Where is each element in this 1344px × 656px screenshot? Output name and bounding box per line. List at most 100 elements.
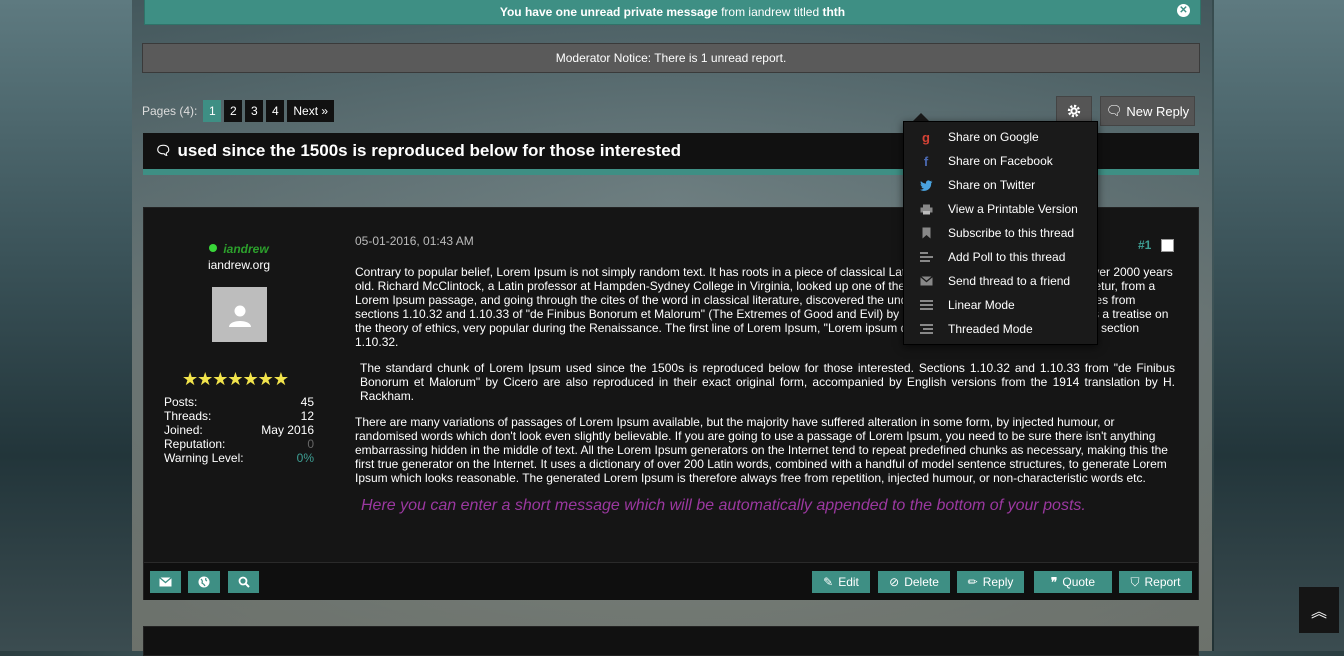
- next-post: [143, 626, 1199, 656]
- username-link[interactable]: iandrew: [223, 242, 268, 256]
- globe-icon: [198, 576, 210, 588]
- menu-item-label: Share on Facebook: [948, 154, 1053, 168]
- stat-row-threads: Threads: 12: [164, 409, 314, 423]
- threaded-mode-icon: [904, 324, 948, 334]
- post-paragraph: There are many variations of passages of…: [355, 415, 1168, 485]
- pencil-icon: ✏: [967, 575, 978, 589]
- menu-item-label: Share on Twitter: [948, 178, 1036, 192]
- background-left: [0, 0, 132, 651]
- menu-item-label: Add Poll to this thread: [948, 250, 1066, 264]
- linear-mode-item[interactable]: Linear Mode: [904, 293, 1097, 317]
- search-icon: [238, 576, 250, 588]
- reply-label: Reply: [982, 575, 1014, 589]
- delete-button[interactable]: ⊘ Delete: [878, 571, 950, 593]
- edit-label: Edit: [838, 575, 859, 589]
- printable-version-item[interactable]: View a Printable Version: [904, 197, 1097, 221]
- report-button[interactable]: ⛉ Report: [1119, 571, 1192, 593]
- envelope-icon: [904, 276, 948, 286]
- post-quote: The standard chunk of Lorem Ipsum used s…: [360, 361, 1175, 403]
- reputation-link[interactable]: 0: [307, 437, 314, 451]
- stat-value: May 2016: [261, 423, 314, 437]
- online-status-icon: [209, 244, 218, 252]
- page-4-button[interactable]: 4: [266, 100, 285, 122]
- double-chevron-up-icon: ︽: [1310, 604, 1327, 621]
- page-2-button[interactable]: 2: [224, 100, 243, 122]
- quote-icon: ❞: [1050, 575, 1058, 589]
- delete-label: Delete: [904, 575, 939, 589]
- share-google-item[interactable]: g Share on Google: [904, 125, 1097, 149]
- next-page-button[interactable]: Next »: [287, 100, 335, 122]
- user-stats: Posts: 45 Threads: 12 Joined: May 2016 Repu…: [164, 395, 314, 465]
- pm-from-label: from: [721, 5, 746, 19]
- pm-notification[interactable]: You have one unread private message from…: [144, 0, 1201, 25]
- ban-icon: ⊘: [889, 575, 900, 589]
- post-signature: Here you can enter a short message which…: [361, 497, 1086, 514]
- pm-from-user[interactable]: iandrew: [748, 5, 790, 19]
- share-facebook-item[interactable]: f Share on Facebook: [904, 149, 1097, 173]
- dropdown-arrow: [913, 113, 929, 121]
- pm-notice-text: You have one unread private message: [499, 5, 718, 19]
- linear-mode-icon: [904, 300, 948, 310]
- report-label: Report: [1144, 575, 1181, 589]
- subscribe-item[interactable]: Subscribe to this thread: [904, 221, 1097, 245]
- quote-button[interactable]: ❞ Quote: [1034, 571, 1112, 593]
- add-poll-item[interactable]: Add Poll to this thread: [904, 245, 1097, 269]
- post-author-panel: iandrew iandrew.org ★★★★★★★ Posts: 45 Thr…: [144, 208, 334, 563]
- menu-item-label: View a Printable Version: [948, 202, 1078, 216]
- stat-row-joined: Joined: May 2016: [164, 423, 314, 437]
- send-to-friend-item[interactable]: Send thread to a friend: [904, 269, 1097, 293]
- stat-row-posts: Posts: 45: [164, 395, 314, 409]
- moderator-notice[interactable]: Moderator Notice: There is 1 unread repo…: [142, 43, 1200, 73]
- stat-label: Warning Level:: [164, 451, 244, 465]
- menu-item-label: Send thread to a friend: [948, 274, 1071, 288]
- thread-tools-menu: g Share on Google f Share on Facebook Sh…: [903, 121, 1098, 345]
- stat-label: Joined:: [164, 423, 203, 437]
- twitter-icon: [904, 179, 948, 191]
- envelope-icon: [159, 577, 172, 587]
- post-select-checkbox[interactable]: [1161, 239, 1174, 252]
- menu-item-label: Linear Mode: [948, 298, 1015, 312]
- warning-level-link[interactable]: 0%: [297, 451, 314, 465]
- stat-value: 45: [300, 395, 314, 409]
- background-right: [1214, 0, 1344, 651]
- send-pm-button[interactable]: [150, 571, 181, 593]
- speech-bubbles-icon: 🗨: [155, 143, 172, 158]
- pm-title-link[interactable]: thth: [822, 5, 845, 19]
- quote-label: Quote: [1062, 575, 1096, 589]
- post-date: 05-01-2016, 01:43 AM: [355, 234, 474, 248]
- threaded-mode-item[interactable]: Threaded Mode: [904, 317, 1097, 341]
- edit-icon: ✎: [823, 575, 834, 589]
- find-posts-button[interactable]: [228, 571, 259, 593]
- speech-bubbles-icon: 🗨: [1105, 103, 1123, 118]
- website-button[interactable]: [188, 571, 220, 593]
- stat-label: Posts:: [164, 395, 198, 409]
- bookmark-icon: [904, 227, 948, 239]
- gear-icon: [1067, 104, 1081, 118]
- stat-row-reputation: Reputation: 0: [164, 437, 314, 451]
- pages-label: Pages (4):: [142, 104, 198, 118]
- user-stars: ★★★★★★★: [182, 369, 289, 389]
- facebook-icon: f: [923, 153, 929, 169]
- scroll-to-top-button[interactable]: ︽: [1299, 587, 1339, 633]
- page-3-button[interactable]: 3: [245, 100, 264, 122]
- share-twitter-item[interactable]: Share on Twitter: [904, 173, 1097, 197]
- stat-value: 12: [300, 409, 314, 423]
- edit-button[interactable]: ✎ Edit: [812, 571, 870, 593]
- printer-icon: [904, 204, 948, 215]
- default-avatar-icon: [228, 305, 251, 327]
- new-reply-button[interactable]: 🗨 New Reply: [1100, 96, 1195, 126]
- page-1-button[interactable]: 1: [203, 100, 222, 122]
- new-reply-label: New Reply: [1126, 103, 1190, 119]
- menu-item-label: Subscribe to this thread: [948, 226, 1075, 240]
- reply-button[interactable]: ✏ Reply: [957, 571, 1024, 593]
- avatar[interactable]: [212, 287, 267, 342]
- user-title: iandrew.org: [207, 258, 271, 272]
- post-footer: ✎ Edit ⊘ Delete ✏ Reply ❞ Quote ⛉ Report: [144, 562, 1198, 600]
- menu-item-label: Threaded Mode: [948, 322, 1033, 336]
- pm-titled-label: titled: [793, 5, 820, 19]
- menu-item-label: Share on Google: [948, 130, 1039, 144]
- post-number-link[interactable]: #1: [1138, 238, 1151, 252]
- close-icon[interactable]: ✕: [1177, 4, 1190, 17]
- post-author[interactable]: iandrew: [144, 242, 334, 256]
- thread-title: used since the 1500s is reproduced below…: [177, 141, 682, 160]
